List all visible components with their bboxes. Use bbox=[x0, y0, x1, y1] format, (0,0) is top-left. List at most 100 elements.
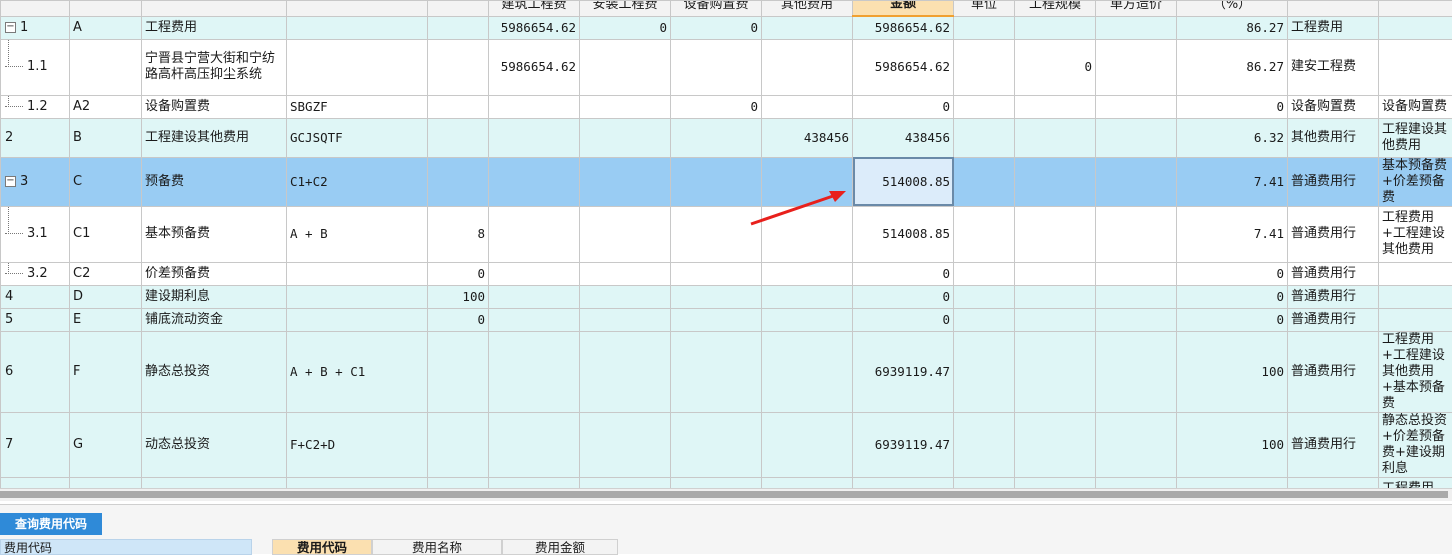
row-formula-cell[interactable]: GCJSQTF bbox=[287, 118, 428, 157]
table-row[interactable]: 5 E 铺底流动资金 0 0 0 普通费用行 bbox=[1, 308, 1452, 331]
collapse-toggle-icon[interactable]: − bbox=[5, 22, 16, 33]
row-no-cell[interactable]: −3 bbox=[1, 157, 70, 206]
row-amount-cell[interactable] bbox=[853, 477, 954, 488]
row-code-cell[interactable]: D bbox=[70, 285, 142, 308]
row-percent-cell[interactable]: 100 bbox=[1177, 331, 1288, 412]
row-other-cell[interactable] bbox=[762, 285, 853, 308]
row-installation-cell[interactable]: 0 bbox=[580, 16, 671, 39]
row-construction-cell[interactable] bbox=[489, 118, 580, 157]
row-installation-cell[interactable] bbox=[580, 39, 671, 95]
col-header-code[interactable] bbox=[70, 1, 142, 17]
row-scale-cell[interactable] bbox=[1015, 118, 1096, 157]
row-code-cell[interactable]: A bbox=[70, 16, 142, 39]
row-other-cell[interactable] bbox=[762, 262, 853, 285]
row-code-cell[interactable]: C2 bbox=[70, 262, 142, 285]
row-percent-cell[interactable]: 0 bbox=[1177, 95, 1288, 118]
row-unit-cell[interactable] bbox=[954, 285, 1015, 308]
row-amount-cell[interactable]: 5986654.62 bbox=[853, 16, 954, 39]
scrollbar-thumb[interactable] bbox=[0, 491, 1448, 498]
row-installation-cell[interactable] bbox=[580, 412, 671, 477]
row-construction-cell[interactable] bbox=[489, 331, 580, 412]
row-scale-cell[interactable] bbox=[1015, 412, 1096, 477]
row-rate-cell[interactable] bbox=[428, 331, 489, 412]
row-equipment-cell[interactable] bbox=[671, 157, 762, 206]
row-scale-cell[interactable] bbox=[1015, 157, 1096, 206]
row-unit-cell[interactable] bbox=[954, 95, 1015, 118]
row-scale-cell[interactable] bbox=[1015, 262, 1096, 285]
row-unit-cell[interactable] bbox=[954, 16, 1015, 39]
row-type-cell[interactable]: 工程费用 bbox=[1288, 16, 1379, 39]
row-code-cell[interactable] bbox=[70, 39, 142, 95]
row-other-cell[interactable]: 438456 bbox=[762, 118, 853, 157]
row-percent-cell[interactable]: 7.41 bbox=[1177, 157, 1288, 206]
row-percent-cell[interactable]: 86.27 bbox=[1177, 16, 1288, 39]
row-unit-cell[interactable] bbox=[954, 206, 1015, 262]
row-construction-cell[interactable] bbox=[489, 477, 580, 488]
row-no-cell[interactable]: 1.2 bbox=[1, 95, 70, 118]
row-type-cell[interactable]: 普通费用行 bbox=[1288, 331, 1379, 412]
col-header-rate[interactable] bbox=[428, 1, 489, 17]
row-type-cell[interactable]: 普通费用行 bbox=[1288, 262, 1379, 285]
row-unit-cost-cell[interactable] bbox=[1096, 308, 1177, 331]
row-type-cell[interactable]: 普通费用行 bbox=[1288, 157, 1379, 206]
row-rate-cell[interactable] bbox=[428, 157, 489, 206]
row-formula-cell[interactable]: A + B bbox=[287, 206, 428, 262]
row-installation-cell[interactable] bbox=[580, 206, 671, 262]
row-construction-cell[interactable] bbox=[489, 412, 580, 477]
row-code-cell[interactable]: C bbox=[70, 157, 142, 206]
row-rate-cell[interactable] bbox=[428, 16, 489, 39]
row-rate-cell[interactable]: 100 bbox=[428, 285, 489, 308]
row-remark-cell[interactable] bbox=[1379, 262, 1452, 285]
col-header-scale[interactable]: 工程规模 bbox=[1015, 1, 1096, 17]
row-other-cell[interactable] bbox=[762, 157, 853, 206]
row-construction-cell[interactable] bbox=[489, 308, 580, 331]
row-type-cell[interactable]: 其他费用行 bbox=[1288, 118, 1379, 157]
row-code-cell[interactable]: A2 bbox=[70, 95, 142, 118]
row-remark-cell[interactable] bbox=[1379, 16, 1452, 39]
table-row-selected[interactable]: −3 C 预备费 C1+C2 514008.85 7.41 普通费用行 基本预备… bbox=[1, 157, 1452, 206]
row-formula-cell[interactable] bbox=[287, 477, 428, 488]
row-other-cell[interactable] bbox=[762, 206, 853, 262]
row-name-cell[interactable]: 宁晋县宁营大街和宁纺路高杆高压抑尘系统 bbox=[142, 39, 287, 95]
row-rate-cell[interactable]: 0 bbox=[428, 262, 489, 285]
row-type-cell[interactable] bbox=[1288, 477, 1379, 488]
row-equipment-cell[interactable] bbox=[671, 331, 762, 412]
row-construction-cell[interactable]: 5986654.62 bbox=[489, 39, 580, 95]
row-scale-cell[interactable] bbox=[1015, 285, 1096, 308]
row-amount-cell[interactable]: 0 bbox=[853, 308, 954, 331]
row-no-cell[interactable] bbox=[1, 477, 70, 488]
row-equipment-cell[interactable] bbox=[671, 262, 762, 285]
row-remark-cell[interactable]: 基本预备费+价差预备费 bbox=[1379, 157, 1452, 206]
row-type-cell[interactable]: 普通费用行 bbox=[1288, 412, 1379, 477]
row-unit-cost-cell[interactable] bbox=[1096, 157, 1177, 206]
row-name-cell[interactable] bbox=[142, 477, 287, 488]
row-installation-cell[interactable] bbox=[580, 95, 671, 118]
row-unit-cost-cell[interactable] bbox=[1096, 206, 1177, 262]
row-code-cell[interactable]: G bbox=[70, 412, 142, 477]
row-unit-cost-cell[interactable] bbox=[1096, 95, 1177, 118]
row-amount-cell-active[interactable]: 514008.85 bbox=[853, 157, 954, 206]
row-remark-cell[interactable] bbox=[1379, 39, 1452, 95]
row-remark-cell[interactable] bbox=[1379, 308, 1452, 331]
row-remark-cell[interactable]: 工程费用+工程建设其他 bbox=[1379, 477, 1452, 488]
row-formula-cell[interactable]: F+C2+D bbox=[287, 412, 428, 477]
row-scale-cell[interactable] bbox=[1015, 16, 1096, 39]
table-row[interactable]: 6 F 静态总投资 A + B + C1 6939119.47 100 普通费用… bbox=[1, 331, 1452, 412]
row-other-cell[interactable] bbox=[762, 412, 853, 477]
row-amount-cell[interactable]: 0 bbox=[853, 262, 954, 285]
row-percent-cell[interactable]: 6.32 bbox=[1177, 118, 1288, 157]
row-amount-cell[interactable]: 5986654.62 bbox=[853, 39, 954, 95]
row-formula-cell[interactable]: A + B + C1 bbox=[287, 331, 428, 412]
row-unit-cell[interactable] bbox=[954, 308, 1015, 331]
row-formula-cell[interactable] bbox=[287, 39, 428, 95]
row-other-cell[interactable] bbox=[762, 39, 853, 95]
row-scale-cell[interactable] bbox=[1015, 477, 1096, 488]
row-type-cell[interactable]: 普通费用行 bbox=[1288, 308, 1379, 331]
row-name-cell[interactable]: 工程建设其他费用 bbox=[142, 118, 287, 157]
row-equipment-cell[interactable] bbox=[671, 285, 762, 308]
row-name-cell[interactable]: 铺底流动资金 bbox=[142, 308, 287, 331]
row-no-cell[interactable]: 3.2 bbox=[1, 262, 70, 285]
row-unit-cell[interactable] bbox=[954, 331, 1015, 412]
row-type-cell[interactable]: 设备购置费 bbox=[1288, 95, 1379, 118]
row-equipment-cell[interactable] bbox=[671, 412, 762, 477]
